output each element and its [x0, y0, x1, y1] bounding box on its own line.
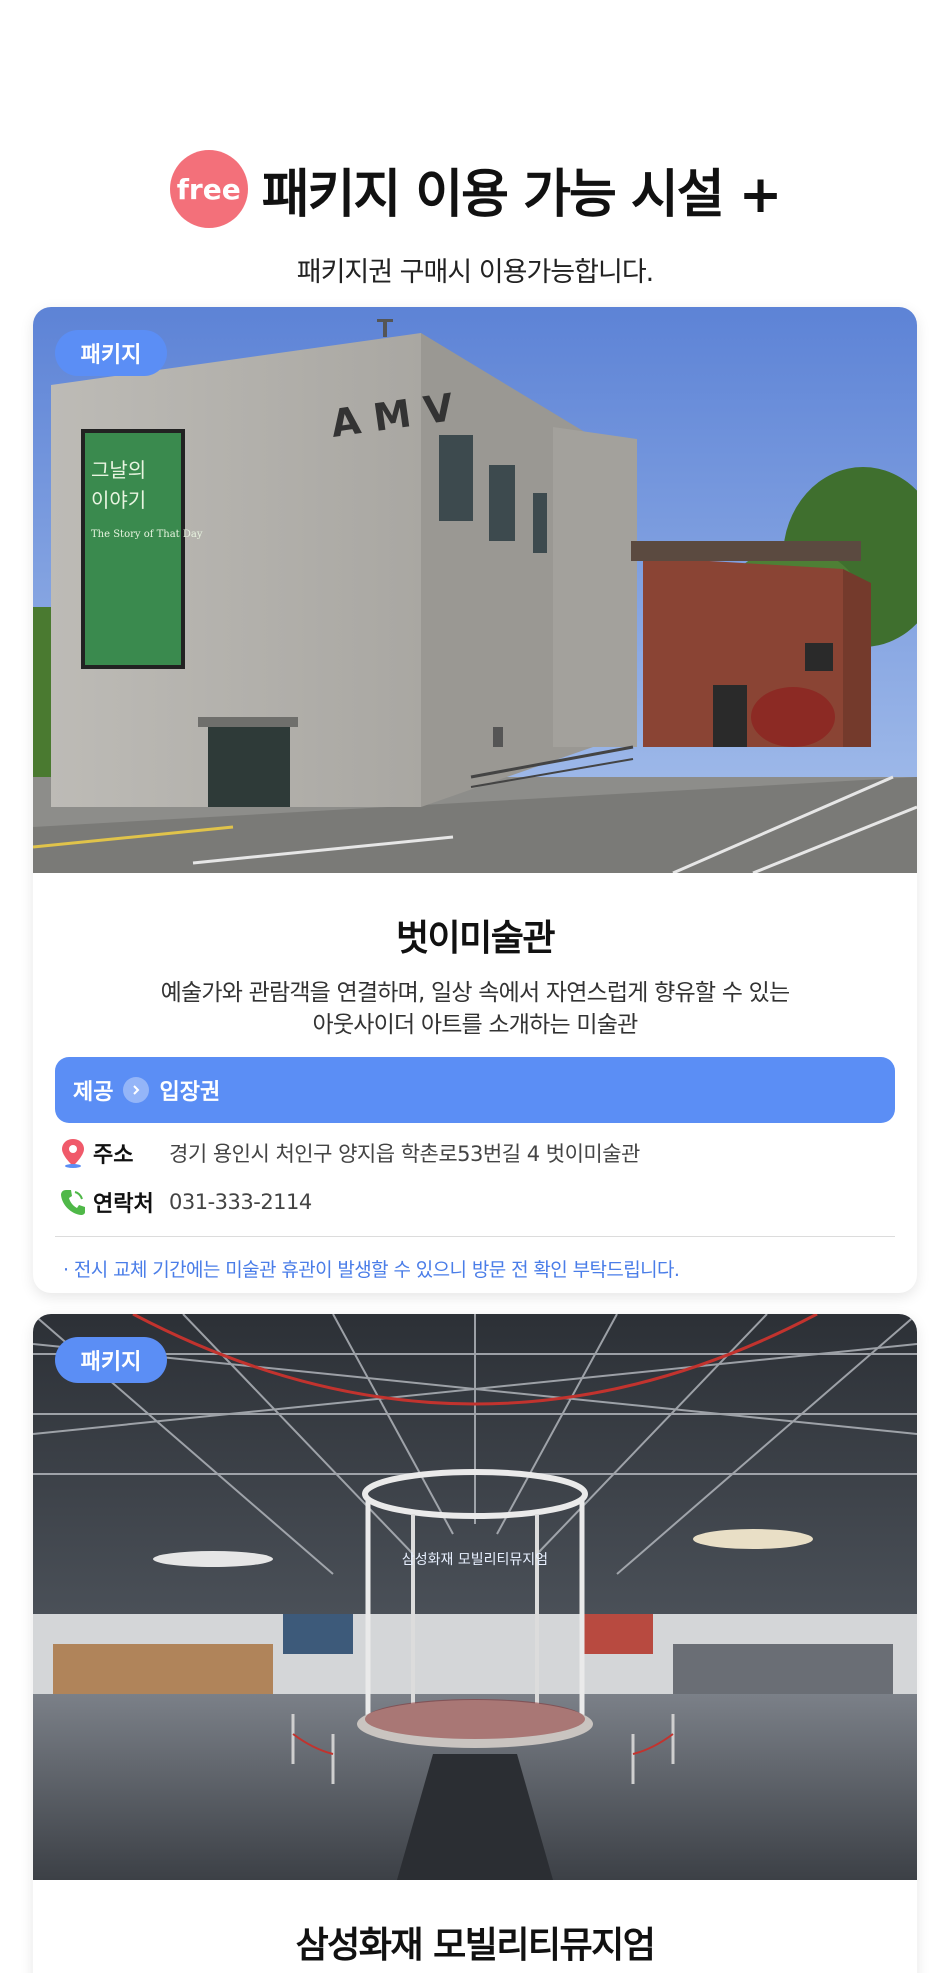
- package-badge: 패키지: [55, 330, 167, 376]
- divider: [55, 1236, 895, 1237]
- facility-photo: 패키지: [33, 1314, 917, 1880]
- offer-label: 제공: [73, 1080, 114, 1105]
- package-badge: 패키지: [55, 1337, 167, 1383]
- phone-label: 연락처: [93, 1192, 154, 1217]
- offer-bar: 제공 입장권: [55, 1057, 895, 1123]
- facility-card-mobility-museum[interactable]: 패키지 삼성화재 모빌리티뮤지엄 삼성화재 모빌리티뮤지엄: [33, 1314, 917, 1973]
- phone-icon: [59, 1187, 87, 1217]
- address-row: 주소 경기 용인시 처인구 양지읍 학촌로53번길 4 벗이미술관: [59, 1133, 917, 1173]
- notice-text: · 전시 교체 기간에는 미술관 휴관이 발생할 수 있으니 방문 전 확인 부…: [63, 1259, 680, 1281]
- section-header: free 패키지 이용 가능 시설 + 패키지권 구매시 이용가능합니다.: [0, 150, 950, 289]
- address-value: 경기 용인시 처인구 양지읍 학촌로53번길 4 벗이미술관: [169, 1142, 640, 1166]
- svg-text:The Story of That Day: The Story of That Day: [91, 529, 203, 540]
- facility-description-line: 아웃사이더 아트를 소개하는 미술관: [312, 1012, 639, 1038]
- section-title: 패키지 이용 가능 시설 +: [261, 164, 783, 225]
- phone-row: 연락처 031-333-2114: [59, 1182, 917, 1222]
- free-badge: free: [169, 150, 248, 228]
- svg-text:그날의: 그날의: [91, 458, 146, 482]
- facility-description-line: 예술가와 관람객을 연결하며, 일상 속에서 자연스럽게 향유할 수 있는: [160, 980, 790, 1006]
- address-label: 주소: [93, 1143, 134, 1168]
- facility-description: 예술가와 관람객을 연결하며, 일상 속에서 자연스럽게 향유할 수 있는 아웃…: [33, 977, 917, 1041]
- offer-value: 입장권: [159, 1080, 221, 1105]
- facility-photo: 패키지: [33, 307, 917, 873]
- section-title-row: free 패키지 이용 가능 시설 +: [0, 150, 950, 228]
- svg-text:삼성화재 모빌리티뮤지엄: 삼성화재 모빌리티뮤지엄: [402, 1552, 548, 1568]
- facility-title: 삼성화재 모빌리티뮤지엄: [295, 1925, 656, 1966]
- chevron-right-icon: [123, 1077, 150, 1103]
- mobility-museum-interior-illustration: 삼성화재 모빌리티뮤지엄: [33, 1314, 917, 1880]
- map-pin-icon: [59, 1138, 87, 1168]
- facility-title: 벗이미술관: [395, 918, 556, 959]
- phone-number[interactable]: 031-333-2114: [169, 1190, 312, 1214]
- facility-card-art-museum[interactable]: 패키지 A M V 그날의 이야기 The Story of That Day …: [33, 307, 917, 1293]
- svg-text:이야기: 이야기: [91, 488, 146, 512]
- museum-building-illustration: A M V 그날의 이야기 The Story of That Day: [33, 307, 917, 873]
- section-subtitle: 패키지권 구매시 이용가능합니다.: [296, 257, 655, 288]
